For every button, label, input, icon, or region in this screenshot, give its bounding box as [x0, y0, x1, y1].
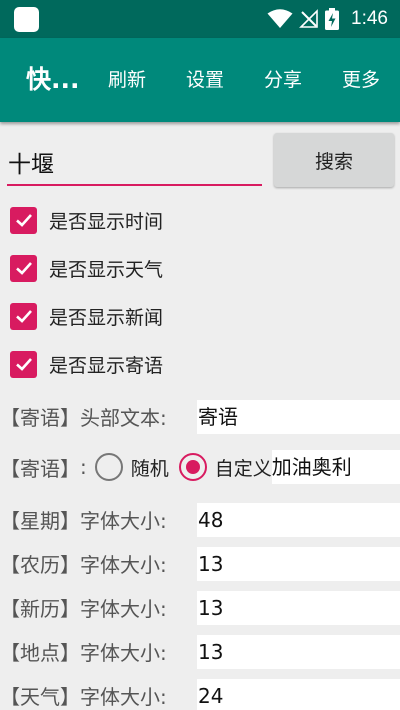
app-bar: 快... 刷新 设置 分享 更多	[0, 38, 400, 122]
notification-icon	[14, 7, 39, 32]
font-size-input[interactable]: 13	[197, 591, 400, 625]
message-mode-row: 【寄语】 : 随机 自定义 加油奥利	[0, 445, 400, 489]
row-label: 字体大小:	[80, 596, 167, 621]
font-size-input[interactable]: 24	[197, 679, 400, 710]
row-tag: 【农历】	[0, 552, 80, 577]
row-label: 字体大小:	[80, 640, 167, 665]
app-title: 快...	[26, 65, 80, 94]
option-label: 是否显示天气	[49, 258, 164, 281]
row-tag: 【天气】	[0, 684, 80, 709]
menu-refresh[interactable]: 刷新	[98, 38, 156, 122]
status-bar: 1:46	[0, 0, 400, 38]
custom-message-input[interactable]: 加油奥利	[271, 450, 400, 484]
font-size-row-solar: 【新历】 字体大小: 13	[0, 585, 400, 629]
battery-charging-icon	[325, 8, 340, 30]
font-size-row-weather: 【天气】 字体大小: 24	[0, 673, 400, 710]
row-label: 字体大小:	[80, 508, 167, 533]
header-text-row: 【寄语】 头部文本: 寄语	[0, 394, 400, 438]
checkbox-checked-icon[interactable]	[10, 206, 37, 234]
row-tag: 【地点】	[0, 640, 80, 665]
row-label: 字体大小:	[80, 552, 167, 577]
header-text-input[interactable]: 寄语	[197, 400, 400, 434]
option-show-message[interactable]: 是否显示寄语	[10, 349, 163, 379]
checkbox-checked-icon[interactable]	[10, 350, 37, 378]
radio-random-label[interactable]: 随机	[131, 454, 169, 481]
row-tag: 【新历】	[0, 596, 80, 621]
search-button[interactable]: 搜索	[274, 133, 394, 187]
option-show-weather[interactable]: 是否显示天气	[10, 253, 163, 283]
font-size-input[interactable]: 13	[197, 635, 400, 669]
option-label: 是否显示新闻	[49, 306, 164, 329]
row-tag: 【星期】	[0, 508, 80, 533]
option-label: 是否显示寄语	[49, 354, 164, 377]
no-signal-icon	[299, 9, 318, 28]
font-size-row-weekday: 【星期】 字体大小: 48	[0, 497, 400, 541]
row-label: :	[80, 455, 87, 479]
radio-random[interactable]	[94, 453, 123, 481]
radio-custom-label[interactable]: 自定义	[215, 454, 272, 481]
status-clock: 1:46	[351, 8, 388, 29]
checkbox-checked-icon[interactable]	[10, 254, 37, 282]
menu-share[interactable]: 分享	[254, 38, 312, 122]
row-tag: 【寄语】	[0, 456, 80, 481]
row-tag: 【寄语】	[0, 405, 80, 430]
radio-dot-icon	[185, 460, 200, 474]
row-label: 字体大小:	[80, 684, 167, 709]
option-show-news[interactable]: 是否显示新闻	[10, 301, 163, 331]
radio-custom[interactable]	[178, 453, 207, 481]
option-show-time[interactable]: 是否显示时间	[10, 205, 163, 235]
wifi-icon	[267, 9, 293, 28]
status-icons: 1:46	[267, 0, 388, 38]
row-label: 头部文本:	[80, 405, 167, 430]
menu-settings[interactable]: 设置	[176, 38, 234, 122]
city-search-input[interactable]	[7, 140, 262, 186]
menu-more[interactable]: 更多	[332, 38, 390, 122]
font-size-input[interactable]: 48	[197, 503, 400, 537]
option-label: 是否显示时间	[49, 210, 164, 233]
font-size-input[interactable]: 13	[197, 547, 400, 581]
font-size-row-location: 【地点】 字体大小: 13	[0, 629, 400, 673]
font-size-row-lunar: 【农历】 字体大小: 13	[0, 541, 400, 585]
checkbox-checked-icon[interactable]	[10, 302, 37, 330]
